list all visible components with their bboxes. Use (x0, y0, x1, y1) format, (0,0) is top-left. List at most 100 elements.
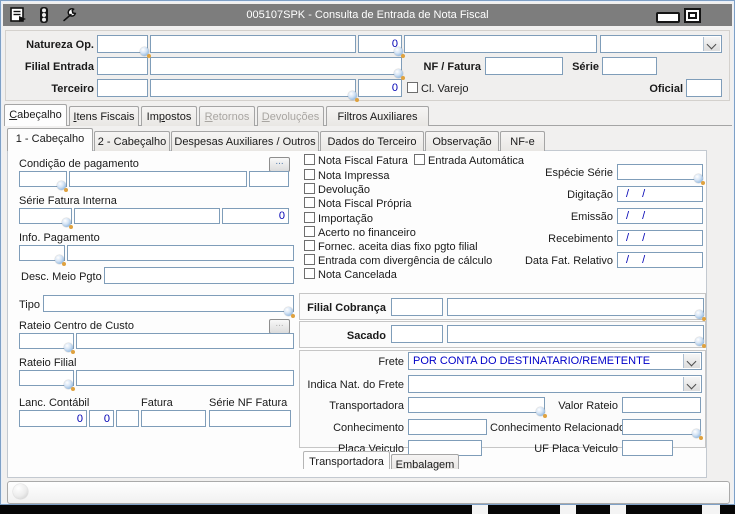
nota-impressa-checkbox[interactable] (304, 169, 315, 180)
especie-serie-input[interactable] (617, 164, 703, 180)
natureza-op-desc-input[interactable] (150, 35, 356, 53)
tab-retornos: Retornos (199, 106, 255, 126)
condicao-more-button[interactable]: ... (269, 157, 290, 172)
terceiro-code-input[interactable] (97, 79, 148, 97)
importacao-checkbox[interactable] (304, 212, 315, 223)
filial-cobranca-desc-input[interactable] (447, 298, 704, 316)
serie-fatura-desc-input[interactable] (74, 208, 220, 224)
uf-placa-veiculo-input[interactable] (622, 440, 673, 456)
app-screen: 005107SPK - Consulta de Entrada de Nota … (0, 0, 735, 514)
fornec-dias-fixo-checkbox[interactable] (304, 240, 315, 251)
subtab-observacao[interactable]: Observação (425, 131, 499, 151)
maximize-button[interactable] (684, 8, 701, 23)
acerto-financeiro-checkbox[interactable] (304, 226, 315, 237)
lookup-ball-icon[interactable] (692, 429, 703, 440)
lookup-ball-icon[interactable] (695, 337, 706, 348)
natureza-op-extra-input[interactable] (404, 35, 597, 53)
filial-cobranca-code-input[interactable] (391, 298, 443, 316)
window-title: 005107SPK - Consulta de Entrada de Nota … (246, 9, 489, 21)
tab-impostos[interactable]: Impostos (141, 106, 197, 126)
sacado-desc-input[interactable] (447, 325, 704, 343)
condicao-extra-input[interactable] (249, 171, 289, 187)
minimize-button[interactable] (656, 12, 680, 23)
serie-fatura-num-input[interactable] (222, 208, 289, 224)
lookup-ball-icon[interactable] (64, 380, 75, 391)
subtab-1-cabecalho[interactable]: 1 - Cabeçalho (7, 128, 93, 151)
combo-dropdown-button[interactable] (683, 354, 700, 368)
lanc-contabil-2-input[interactable] (89, 410, 114, 427)
tab-filtros-auxiliares[interactable]: Filtros Auxiliares (326, 106, 429, 126)
sacado-code-input[interactable] (391, 325, 443, 343)
combo-dropdown-button[interactable] (703, 37, 720, 51)
rateio-filial-desc-input[interactable] (76, 370, 294, 386)
condicao-desc-input[interactable] (69, 171, 247, 187)
subtab-despesas-auxiliares[interactable]: Despesas Auxiliares / Outros (171, 131, 319, 151)
filial-entrada-code-input[interactable] (97, 57, 148, 75)
rateio-cc-desc-input[interactable] (76, 333, 294, 349)
bottomtab-transportadora[interactable]: Transportadora (303, 451, 390, 469)
nota-cancelada-label: Nota Cancelada (318, 269, 397, 281)
info-pagamento-desc-input[interactable] (67, 245, 294, 261)
nota-cancelada-checkbox[interactable] (304, 268, 315, 279)
subtab-2-cabecalho[interactable]: 2 - Cabeçalho (94, 131, 170, 151)
header-combobox[interactable] (600, 35, 722, 53)
divergencia-calculo-checkbox[interactable] (304, 254, 315, 265)
lookup-ball-icon[interactable] (64, 343, 75, 354)
filial-entrada-desc-input[interactable] (150, 57, 402, 75)
indica-nat-frete-combobox[interactable] (408, 375, 702, 393)
serie-label: Série (572, 61, 599, 73)
frete-combobox[interactable]: POR CONTA DO DESTINATARIO/REMETENTE (408, 352, 702, 370)
lookup-ball-icon[interactable] (140, 47, 151, 58)
lanc-contabil-3-input[interactable] (116, 410, 139, 427)
valor-rateio-input[interactable] (622, 397, 701, 413)
nota-fiscal-fatura-checkbox[interactable] (304, 154, 315, 165)
cl-varejo-checkbox[interactable] (407, 82, 418, 93)
lookup-ball-icon[interactable] (348, 91, 359, 102)
lookup-ball-icon[interactable] (394, 47, 405, 58)
subtab-dados-do-terceiro[interactable]: Dados do Terceiro (320, 131, 424, 151)
serie-input[interactable] (602, 57, 657, 75)
entrada-automatica-checkbox[interactable] (414, 154, 425, 165)
title-bar: 005107SPK - Consulta de Entrada de Nota … (3, 4, 732, 26)
lookup-ball-icon[interactable] (284, 307, 295, 318)
combo-dropdown-button[interactable] (683, 377, 700, 391)
emissao-input[interactable] (617, 208, 703, 224)
lookup-ball-icon[interactable] (57, 181, 68, 192)
terceiro-num-input[interactable] (358, 79, 402, 97)
lookup-ball-icon[interactable] (695, 310, 706, 321)
oficial-input[interactable] (686, 79, 722, 97)
lookup-ball-icon[interactable] (62, 218, 73, 229)
lookup-ball-icon[interactable] (55, 255, 66, 266)
lookup-ball-icon[interactable] (536, 407, 547, 418)
status-sphere-icon (13, 484, 28, 499)
digitacao-input[interactable] (617, 186, 703, 202)
desc-meio-pgto-label: Desc. Meio Pgto (21, 271, 102, 283)
terceiro-desc-input[interactable] (150, 79, 356, 97)
tab-cabecalho[interactable]: Cabeçalho (4, 104, 67, 126)
desc-meio-pgto-input[interactable] (104, 267, 294, 284)
emissao-label: Emissão (570, 211, 613, 223)
lookup-ball-icon[interactable] (694, 174, 705, 185)
tab-itens-fiscais[interactable]: Itens Fiscais (69, 106, 139, 126)
fatura-input[interactable] (141, 410, 206, 427)
devolucao-checkbox[interactable] (304, 183, 315, 194)
nf-fatura-label: NF / Fatura (423, 61, 481, 73)
subtab-nfe[interactable]: NF-e (500, 131, 545, 151)
rateio-filial-label: Rateio Filial (19, 357, 77, 369)
conhecimento-relacionado-label: Conhecimento Relacionado (490, 422, 626, 434)
digitacao-label: Digitação (567, 189, 613, 201)
lookup-ball-icon[interactable] (394, 69, 405, 80)
data-fat-relativo-input[interactable] (617, 252, 703, 268)
nota-fiscal-propria-checkbox[interactable] (304, 197, 315, 208)
transportadora-input[interactable] (408, 397, 545, 413)
lanc-contabil-1-input[interactable] (19, 410, 87, 427)
bottomtab-embalagem[interactable]: Embalagem (391, 454, 459, 471)
tipo-input[interactable] (43, 295, 294, 312)
conhecimento-relacionado-input[interactable] (622, 419, 701, 435)
data-fat-relativo-label: Data Fat. Relativo (524, 255, 613, 267)
conhecimento-input[interactable] (408, 419, 487, 435)
recebimento-input[interactable] (617, 230, 703, 246)
serie-nf-fatura-input[interactable] (209, 410, 291, 427)
nf-fatura-input[interactable] (485, 57, 563, 75)
conhecimento-label: Conhecimento (333, 422, 404, 434)
